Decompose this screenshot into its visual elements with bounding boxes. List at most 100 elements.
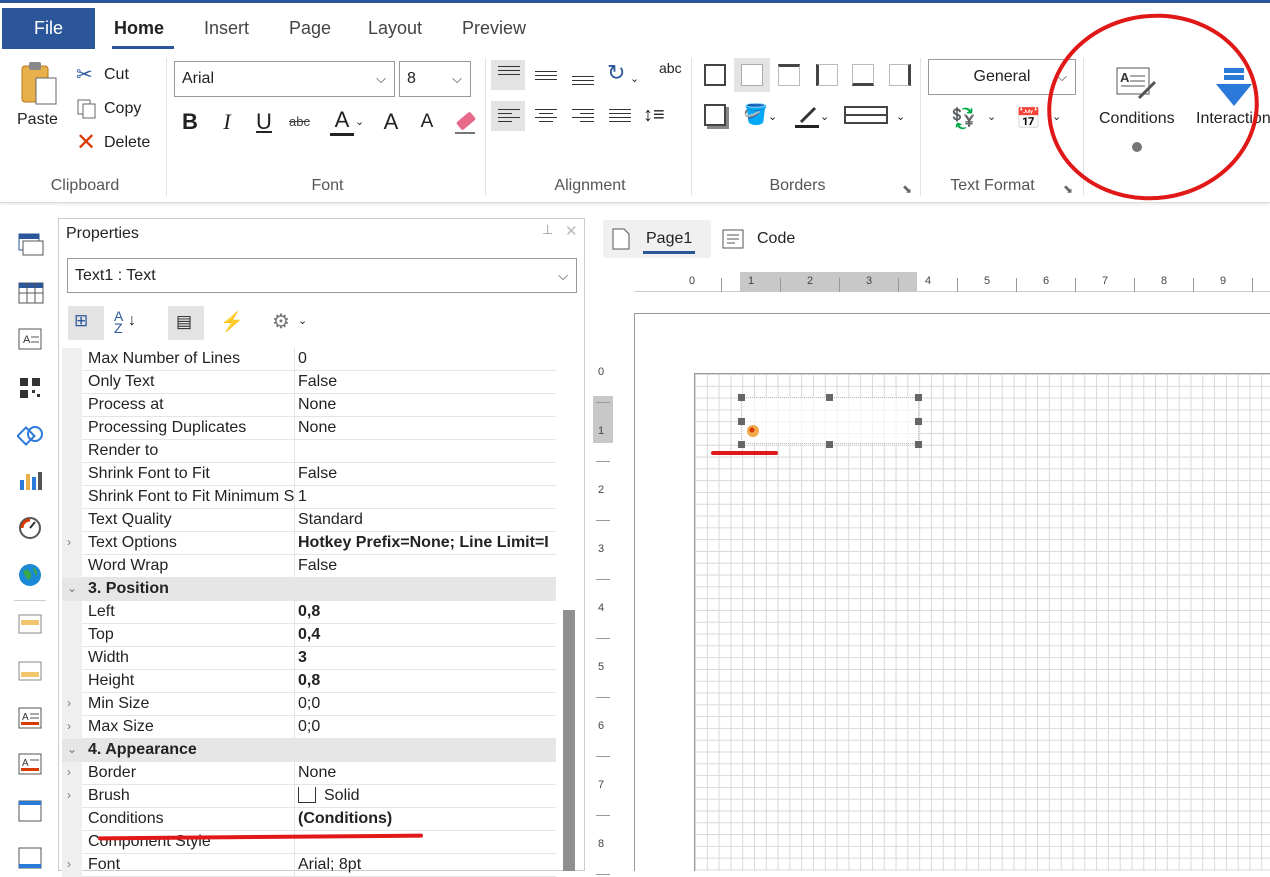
property-value[interactable]: 0	[298, 350, 556, 368]
page-footer-band-icon[interactable]	[17, 659, 45, 685]
resize-handle[interactable]	[826, 394, 833, 401]
resize-handle[interactable]	[915, 418, 922, 425]
property-row[interactable]: Left 0,8	[62, 601, 556, 624]
justify-button[interactable]	[602, 101, 636, 131]
border-none-button[interactable]	[734, 58, 770, 92]
property-row[interactable]: Only Text False	[62, 371, 556, 394]
property-value[interactable]: 0,8	[298, 672, 556, 690]
property-value[interactable]: None	[298, 419, 556, 437]
object-selector[interactable]: Text1 : Text ⌵	[67, 258, 577, 293]
property-value[interactable]: 0;0	[298, 695, 556, 713]
property-row[interactable]: Processing Duplicates None	[62, 417, 556, 440]
property-value[interactable]: None	[298, 764, 556, 782]
property-row[interactable]: › Min Size 0;0	[62, 693, 556, 716]
property-row[interactable]: Shrink Font to Fit Minimum S1	[62, 486, 556, 509]
resize-handle[interactable]	[915, 441, 922, 448]
border-right-button[interactable]	[889, 64, 911, 86]
tab-page[interactable]: Page	[289, 18, 331, 39]
expand-icon[interactable]: ›	[67, 719, 71, 733]
properties-scrollbar[interactable]	[563, 610, 575, 871]
border-bottom-button[interactable]	[852, 64, 874, 86]
border-left-button[interactable]	[816, 64, 838, 86]
property-row[interactable]: › Brush Solid	[62, 785, 556, 808]
strikethrough-button[interactable]: abc	[289, 114, 310, 129]
property-value[interactable]: 0,4	[298, 626, 556, 644]
delete-button[interactable]: ✕ Delete	[76, 129, 156, 156]
categorized-view-button[interactable]: ⊞	[68, 306, 104, 340]
tab-preview[interactable]: Preview	[462, 18, 526, 39]
settings-button[interactable]: ⚙ ⌄	[268, 306, 314, 340]
property-row[interactable]: Render to	[62, 440, 556, 463]
align-right-button[interactable]	[565, 101, 599, 131]
expand-icon[interactable]: ›	[67, 696, 71, 710]
band-icon[interactable]	[17, 232, 45, 258]
shadow-button[interactable]	[704, 104, 726, 126]
tab-home[interactable]: Home	[114, 18, 164, 39]
property-value[interactable]: Arial; 8pt	[298, 856, 556, 874]
alphabetical-sort-button[interactable]: A Z ↓	[110, 306, 144, 340]
underline-button[interactable]: U	[251, 109, 277, 135]
property-category[interactable]: ⌄ 3. Position	[62, 578, 556, 601]
dialog-launcher-icon[interactable]: ⬊	[902, 182, 912, 196]
properties-view-button[interactable]: ▤	[168, 306, 204, 340]
data-band-icon[interactable]: A	[17, 706, 45, 732]
rotate-text-icon[interactable]: ↻	[607, 60, 625, 86]
shapes-icon[interactable]	[17, 422, 45, 448]
property-row[interactable]: › Text Options Hotkey Prefix=None; Line Li…	[62, 532, 556, 555]
property-value[interactable]: 1	[298, 488, 556, 506]
property-value[interactable]: 0;0	[298, 718, 556, 736]
text1-component[interactable]	[741, 397, 919, 444]
border-style-button[interactable]	[844, 106, 888, 124]
italic-button[interactable]: I	[214, 109, 240, 135]
expand-icon[interactable]: ›	[67, 857, 71, 871]
expand-icon[interactable]: ›	[67, 535, 71, 549]
rich-text-icon[interactable]: A	[17, 752, 45, 778]
barcode-icon[interactable]	[17, 375, 45, 401]
property-value[interactable]: Solid	[298, 787, 556, 805]
events-button[interactable]: ⚡	[214, 306, 244, 340]
align-left-button[interactable]	[491, 101, 525, 131]
property-value[interactable]: 3	[298, 649, 556, 667]
pin-icon[interactable]: ⊥	[542, 222, 553, 238]
gauge-icon[interactable]	[17, 515, 45, 541]
tab-code[interactable]: Code	[721, 226, 811, 254]
clear-format-icon[interactable]	[451, 108, 479, 136]
property-value[interactable]: Hotkey Prefix=None; Line Limit=I	[298, 534, 556, 552]
expand-icon[interactable]: ›	[67, 765, 71, 779]
property-category[interactable]: ⌄ 4. Appearance	[62, 739, 556, 762]
expand-icon[interactable]: ›	[67, 788, 71, 802]
property-row[interactable]: Shrink Font to Fit False	[62, 463, 556, 486]
grow-font-button[interactable]: A	[378, 109, 404, 135]
fill-bucket-icon[interactable]: 🪣	[743, 102, 768, 127]
collapse-icon[interactable]: ⌄	[67, 581, 77, 595]
property-value[interactable]: False	[298, 557, 556, 575]
property-value[interactable]: Standard	[298, 511, 556, 529]
text-component-icon[interactable]: A	[17, 327, 45, 353]
font-color-button[interactable]: A	[329, 107, 355, 133]
property-row[interactable]: Word Wrap False	[62, 555, 556, 578]
tab-insert[interactable]: Insert	[204, 18, 249, 39]
property-row[interactable]: Top 0,4	[62, 624, 556, 647]
map-icon[interactable]	[17, 562, 45, 588]
property-row[interactable]: Width 3	[62, 647, 556, 670]
border-top-button[interactable]	[778, 64, 800, 86]
tab-layout[interactable]: Layout	[368, 18, 422, 39]
property-value[interactable]: None	[298, 396, 556, 414]
property-value[interactable]: False	[298, 373, 556, 391]
resize-handle[interactable]	[915, 394, 922, 401]
close-icon[interactable]: ✕	[565, 222, 578, 240]
border-all-button[interactable]	[704, 64, 726, 86]
chart-icon[interactable]	[17, 468, 45, 494]
line-spacing-icon[interactable]: ↕≡	[643, 104, 665, 127]
resize-handle[interactable]	[826, 441, 833, 448]
currency-format-icon[interactable]: 💱	[951, 106, 976, 131]
dialog-launcher-icon[interactable]: ⬊	[1063, 182, 1073, 196]
property-row[interactable]: › Border None	[62, 762, 556, 785]
align-center-button[interactable]	[528, 101, 562, 131]
shrink-font-button[interactable]: A	[414, 111, 440, 133]
wrap-text-button[interactable]: abc	[659, 61, 683, 75]
property-value[interactable]: (Conditions)	[298, 810, 556, 828]
resize-handle[interactable]	[738, 441, 745, 448]
container-icon[interactable]	[17, 846, 45, 872]
date-format-icon[interactable]: 📅	[1016, 106, 1041, 131]
